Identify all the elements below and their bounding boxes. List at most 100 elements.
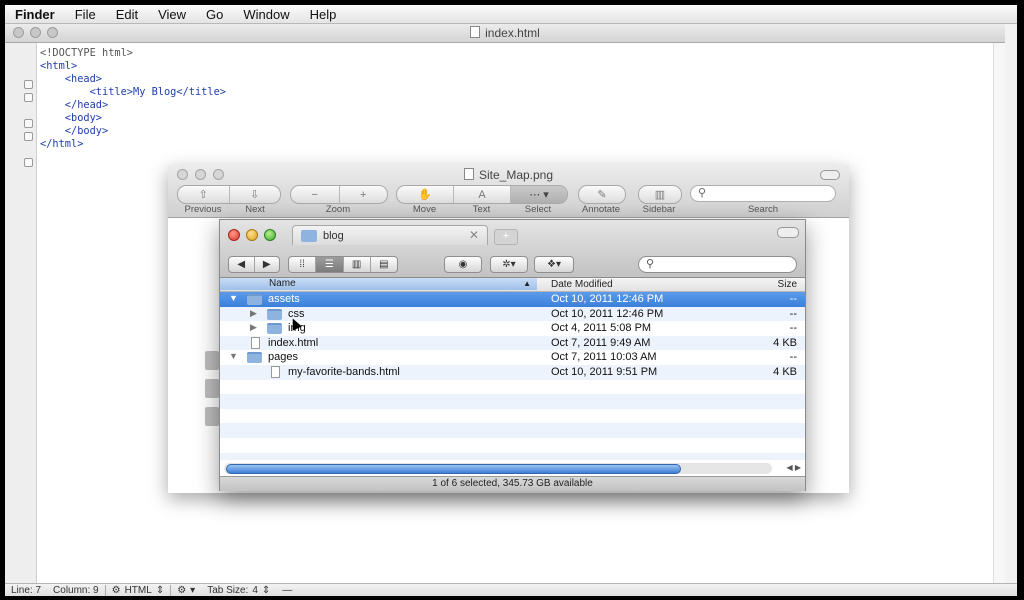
menu-finder[interactable]: Finder [5, 7, 65, 22]
text-label: Text [472, 204, 491, 215]
folder-icon [267, 308, 282, 320]
file-row-css[interactable]: ▶ css Oct 10, 2011 12:46 PM -- [220, 306, 805, 322]
file-row-bands[interactable]: my-favorite-bands.html Oct 10, 2011 9:51… [220, 364, 805, 380]
sidebar-icon: ▥ [654, 189, 666, 201]
file-name: my-favorite-bands.html [288, 365, 400, 378]
empty-row [220, 380, 805, 395]
folder-icon [301, 229, 317, 242]
stepper-icon: ⇕ [155, 585, 165, 596]
file-row-img[interactable]: ▶ img Oct 4, 2011 5:08 PM -- [220, 321, 805, 336]
list-view-button[interactable]: ☰ [316, 257, 344, 272]
diagram-fragment [205, 379, 219, 398]
file-row-index[interactable]: index.html Oct 7, 2011 9:49 AM 4 KB [220, 335, 805, 351]
file-size: 4 KB [773, 336, 797, 349]
new-tab-button[interactable]: + [494, 229, 518, 245]
empty-row [220, 452, 805, 460]
empty-row [220, 394, 805, 409]
gear-icon: ✲▾ [502, 259, 516, 270]
menu-view[interactable]: View [148, 7, 196, 22]
code-line: </head> [40, 99, 109, 111]
menu-edit[interactable]: Edit [106, 7, 148, 22]
column-date-header[interactable]: Date Modified [551, 279, 613, 290]
icon-view-button[interactable]: ⁞⁞ [289, 257, 317, 272]
tool-selector: ✋ A ⋯ ▾ [396, 185, 568, 204]
search-icon: ⚲ [646, 258, 655, 270]
cursor-column: Column: 9 [53, 585, 99, 596]
stepper-icon: ⇕ [261, 585, 271, 596]
code-line: </body> [40, 125, 109, 137]
dropbox-menu-button[interactable]: ❖▾ [534, 256, 574, 273]
preview-title-text: Site_Map.png [478, 168, 554, 182]
file-name: assets [268, 293, 300, 305]
code-line: <head> [40, 73, 102, 85]
disclosure-expanded-icon[interactable]: ▼ [229, 293, 238, 303]
tab-blog[interactable]: blog ✕ [292, 225, 488, 245]
file-row-assets[interactable]: ▼ assets Oct 10, 2011 12:46 PM -- [220, 292, 805, 307]
code-editor[interactable]: <!DOCTYPE html> <html> <head> <title>My B… [40, 47, 226, 151]
select-tool-button[interactable]: ⋯ ▾ [511, 186, 567, 203]
column-name-header[interactable]: Name ▲ [220, 278, 537, 290]
column-view-button[interactable]: ▥ [344, 257, 371, 272]
action-menu-button[interactable]: ✲▾ [490, 256, 528, 273]
fold-marker-icon[interactable] [24, 80, 33, 89]
column-size-header[interactable]: Size [778, 279, 797, 290]
tab-title: blog [323, 229, 344, 242]
close-button[interactable] [228, 229, 240, 241]
quick-look-button[interactable]: ◉ [444, 256, 482, 273]
document-icon [470, 26, 481, 38]
previous-button[interactable]: ⇧ [178, 186, 230, 203]
sidebar-button[interactable]: ▥ [638, 185, 682, 204]
preview-search-input[interactable]: ⚲ [690, 185, 836, 202]
finder-toolbar: blog ✕ + ◀ ▶ ⁞⁞ ☰ ▥ ▤ ◉ ✲▾ ❖▾ ⚲ [220, 220, 805, 278]
disclosure-collapsed-icon[interactable]: ▶ [250, 322, 257, 333]
menu-help[interactable]: Help [300, 7, 347, 22]
fold-marker-icon[interactable] [24, 132, 33, 141]
menu-window[interactable]: Window [233, 7, 299, 22]
file-date: Oct 10, 2011 9:51 PM [551, 365, 658, 378]
forward-button[interactable]: ▶ [255, 257, 280, 272]
toolbar-toggle-button[interactable] [777, 227, 799, 238]
file-name: pages [268, 351, 298, 364]
back-forward-control: ◀ ▶ [228, 256, 280, 273]
screen: Finder File Edit View Go Window Help ind… [5, 5, 1017, 596]
horizontal-scroll-thumb[interactable] [226, 464, 681, 474]
annotate-button[interactable]: ✎ [578, 185, 626, 204]
column-name-label: Name [269, 278, 296, 289]
close-tab-icon[interactable]: ✕ [469, 228, 479, 242]
menu-file[interactable]: File [65, 7, 106, 22]
file-size: 4 KB [773, 365, 797, 378]
language-selector[interactable]: ⚙ HTML ⇕ [106, 585, 171, 596]
menu-go[interactable]: Go [196, 7, 233, 22]
fold-marker-icon[interactable] [24, 93, 33, 102]
tab-size-selector[interactable]: Tab Size: 4 ⇕ [201, 585, 276, 596]
disclosure-collapsed-icon[interactable]: ▶ [250, 308, 257, 319]
text-tool-button[interactable]: A [454, 186, 511, 203]
next-button[interactable]: ⇩ [230, 186, 281, 203]
code-line: <!DOCTYPE html> [40, 47, 133, 59]
tab-size-label: Tab Size: [207, 585, 249, 596]
zoom-button[interactable] [264, 229, 276, 241]
hand-tool-button[interactable]: ✋ [397, 186, 454, 203]
file-row-pages[interactable]: ▼ pages Oct 7, 2011 10:03 AM -- [220, 350, 805, 365]
zoom-in-button[interactable]: + [340, 186, 388, 203]
fold-marker-icon[interactable] [24, 158, 33, 167]
vertical-scrollbar[interactable] [993, 43, 1005, 586]
finder-window-controls [228, 229, 276, 241]
finder-search-input[interactable]: ⚲ [638, 256, 797, 273]
toolbar-toggle-button[interactable] [820, 170, 840, 180]
file-size: -- [789, 322, 797, 335]
cover-flow-button[interactable]: ▤ [371, 257, 397, 272]
file-size: -- [789, 307, 797, 320]
file-date: Oct 4, 2011 5:08 PM [551, 322, 652, 335]
back-button[interactable]: ◀ [229, 257, 255, 272]
fold-marker-icon[interactable] [24, 119, 33, 128]
zoom-out-button[interactable]: − [291, 186, 340, 203]
eye-icon: ◉ [458, 259, 468, 270]
empty-row [220, 423, 805, 438]
scroll-arrows-icon[interactable]: ◀ ▶ [786, 463, 801, 472]
disclosure-expanded-icon[interactable]: ▼ [229, 351, 238, 361]
minimize-button[interactable] [246, 229, 258, 241]
symbol-selector[interactable]: ⚙ ▾ [171, 585, 201, 596]
gear-icon: ⚙ [111, 585, 121, 596]
function-selector[interactable]: — [276, 585, 298, 596]
